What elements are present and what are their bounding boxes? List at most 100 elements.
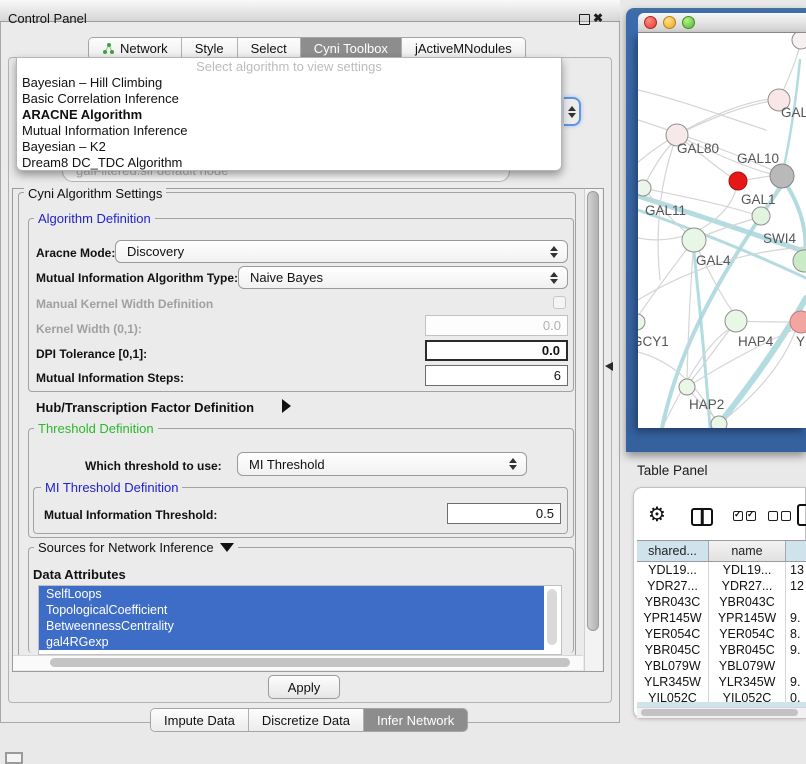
tab-style[interactable]: Style	[182, 38, 238, 59]
column-header[interactable]: shared...	[637, 541, 709, 561]
table-row[interactable]: YIL052CYIL052C0.	[637, 690, 806, 702]
attribute-item[interactable]: TopologicalCoefficient	[39, 602, 544, 618]
network-node[interactable]	[711, 416, 727, 428]
attribute-item[interactable]: gal4RGexp	[39, 634, 544, 650]
algorithm-option[interactable]: ARACNE Algorithm	[17, 107, 561, 123]
network-edge[interactable]	[746, 176, 771, 180]
table-cell[interactable]: 8.	[786, 626, 806, 642]
mac-minimize-icon[interactable]	[663, 16, 676, 29]
table-cell[interactable]: YBR045C	[637, 642, 709, 658]
algorithm-option[interactable]: Bayesian – Hill Climbing	[17, 75, 561, 91]
tab-network[interactable]: Network	[89, 38, 182, 59]
table-cell[interactable]	[786, 594, 806, 610]
table-cell[interactable]: YDL19...	[709, 562, 786, 578]
table-function-icon[interactable]	[797, 504, 806, 526]
control-panel-titlebar[interactable]	[0, 0, 620, 22]
attributes-list-scrollbar-thumb[interactable]	[547, 589, 557, 645]
table-cell[interactable]: YDR27...	[637, 578, 709, 594]
table-row[interactable]: YDR27...YDR27...12	[637, 578, 806, 594]
table-horizontal-scrollbar-thumb[interactable]	[641, 709, 798, 716]
expand-right-icon[interactable]	[282, 399, 291, 413]
which-threshold-dropdown[interactable]: MI Threshold	[237, 452, 527, 476]
column-header[interactable]	[786, 541, 806, 561]
network-edge[interactable]	[687, 240, 694, 379]
algorithm-option[interactable]: Bayesian – K2	[17, 139, 561, 155]
attribute-item[interactable]: BetweennessCentrality	[39, 618, 544, 634]
close-panel-icon[interactable]: ✖	[593, 11, 603, 25]
network-node[interactable]	[725, 310, 747, 332]
network-node[interactable]	[638, 314, 645, 330]
network-node[interactable]	[793, 250, 806, 272]
table-cell[interactable]: YLR345W	[637, 674, 709, 690]
mac-close-icon[interactable]	[644, 16, 657, 29]
table-row[interactable]: YBL079WYBL079W	[637, 658, 806, 674]
collapsed-panel-icon[interactable]	[5, 752, 23, 764]
table-cell[interactable]: YBR045C	[709, 642, 786, 658]
network-node[interactable]	[752, 207, 770, 225]
table-cell[interactable]: YBL079W	[709, 658, 786, 674]
select-all-checkboxes-icon[interactable]	[733, 511, 756, 521]
table-cell[interactable]: 9.	[786, 642, 806, 658]
network-node[interactable]	[729, 172, 747, 190]
tab-impute-data[interactable]: Impute Data	[151, 709, 249, 731]
float-window-icon[interactable]	[579, 14, 590, 25]
table-row[interactable]: YBR043CYBR043C	[637, 594, 806, 610]
algorithm-option[interactable]: Basic Correlation Inference	[17, 91, 561, 107]
mi-threshold-field[interactable]: 0.5	[447, 503, 561, 524]
mi-algorithm-type-dropdown[interactable]: Naive Bayes	[238, 266, 568, 289]
table-row[interactable]: YER054CYER054C8.	[637, 626, 806, 642]
table-cell[interactable]	[786, 658, 806, 674]
network-node[interactable]	[638, 180, 651, 196]
focused-combo-fragment[interactable]	[564, 97, 581, 126]
network-edge[interactable]	[638, 240, 694, 316]
table-cell[interactable]: YDR27...	[709, 578, 786, 594]
sources-section[interactable]: Sources for Network Inference	[34, 540, 238, 555]
table-cell[interactable]: 12	[786, 578, 806, 594]
table-cell[interactable]: YER054C	[709, 626, 786, 642]
aracne-mode-dropdown[interactable]: Discovery	[115, 240, 568, 263]
hub-transcription-factor-section[interactable]: Hub/Transcription Factor Definition	[36, 400, 254, 415]
tab-infer-network[interactable]: Infer Network	[364, 709, 467, 731]
table-cell[interactable]: 13	[786, 562, 806, 578]
table-cell[interactable]: YDL19...	[637, 562, 709, 578]
mac-maximize-icon[interactable]	[682, 16, 695, 29]
deselect-all-checkboxes-icon[interactable]	[768, 511, 791, 521]
table-cell[interactable]: YPR145W	[637, 610, 709, 626]
settings-vertical-scrollbar-thumb[interactable]	[587, 191, 599, 631]
algorithm-option[interactable]: Mutual Information Inference	[17, 123, 561, 139]
network-node[interactable]	[792, 33, 806, 49]
mi-steps-field[interactable]: 6	[425, 365, 568, 386]
table-cell[interactable]: YIL052C	[709, 690, 786, 702]
tab-jactivemnodules[interactable]: jActiveMNodules	[402, 38, 525, 59]
table-cell[interactable]: 9.	[786, 610, 806, 626]
table-cell[interactable]: YER054C	[637, 626, 709, 642]
table-row[interactable]: YLR345WYLR345W9.	[637, 674, 806, 690]
table-cell[interactable]: YPR145W	[709, 610, 786, 626]
column-header[interactable]: name	[709, 541, 786, 561]
settings-horizontal-scrollbar-thumb[interactable]	[50, 658, 570, 667]
table-cell[interactable]: YIL052C	[637, 690, 709, 702]
network-node[interactable]	[682, 228, 706, 252]
tab-discretize-data[interactable]: Discretize Data	[249, 709, 364, 731]
network-node[interactable]	[770, 164, 794, 188]
data-attributes-list[interactable]: SelfLoopsTopologicalCoefficientBetweenne…	[38, 585, 562, 655]
table-cell[interactable]: YBR043C	[709, 594, 786, 610]
dpi-tolerance-field[interactable]: 0.0	[425, 340, 568, 361]
manual-kernel-width-checkbox[interactable]	[553, 296, 566, 309]
table-cell[interactable]: YLR345W	[709, 674, 786, 690]
collapse-down-icon[interactable]	[220, 543, 234, 552]
table-row[interactable]: YBR045CYBR045C9.	[637, 642, 806, 658]
network-node[interactable]	[679, 379, 695, 395]
table-settings-gear-icon[interactable]: ⚙	[648, 505, 666, 525]
algorithm-option[interactable]: Dream8 DC_TDC Algorithm	[17, 155, 561, 171]
table-cell[interactable]: 0.	[786, 690, 806, 702]
table-cell[interactable]: YBL079W	[637, 658, 709, 674]
table-cell[interactable]: YBR043C	[637, 594, 709, 610]
tab-cyni-toolbox[interactable]: Cyni Toolbox	[301, 38, 402, 59]
kernel-width-field[interactable]: 0.0	[425, 315, 568, 336]
split-view-icon[interactable]	[691, 508, 713, 526]
table-row[interactable]: YPR145WYPR145W9.	[637, 610, 806, 626]
attribute-item[interactable]: SelfLoops	[39, 586, 544, 602]
network-edge[interactable]	[638, 90, 766, 130]
table-cell[interactable]: 9.	[786, 674, 806, 690]
